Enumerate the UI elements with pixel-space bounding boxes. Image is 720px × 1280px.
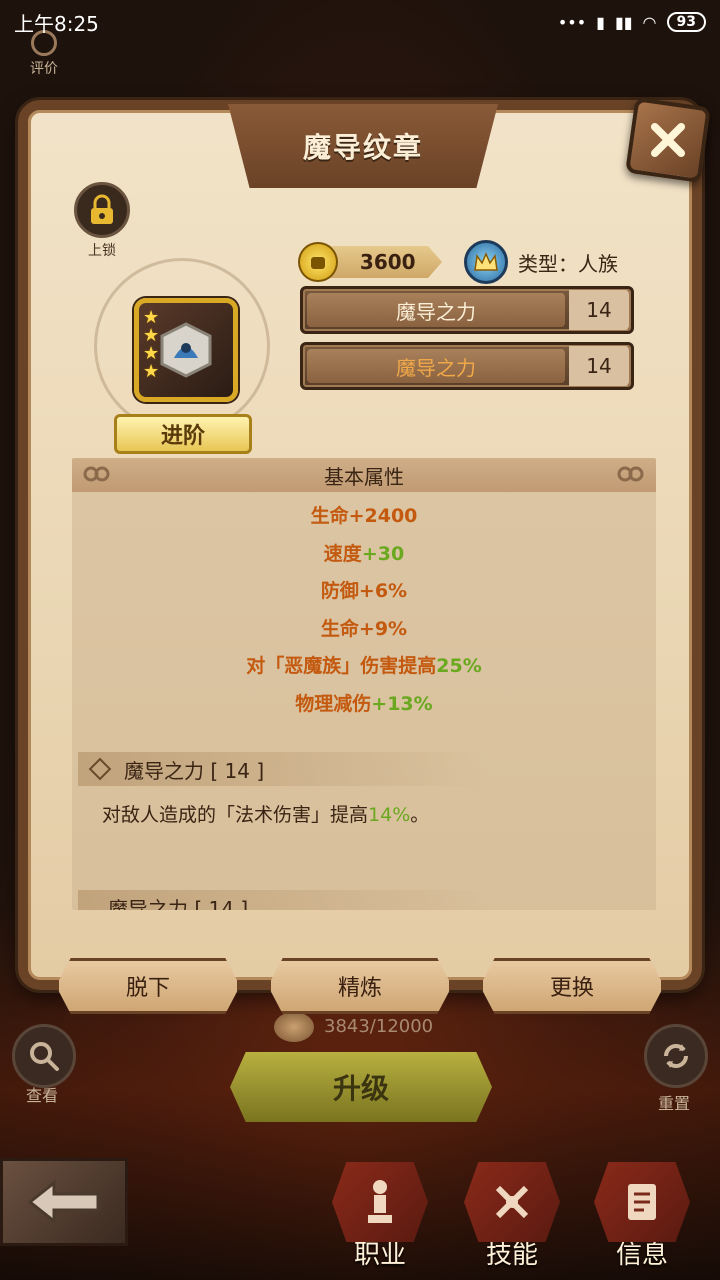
bread-icon <box>274 1012 314 1042</box>
signal-empty-icon: ▮ <box>596 12 605 32</box>
emblem-card[interactable]: ★ ★ ★ ★ <box>134 298 238 402</box>
skill-name: 魔导之力 <box>307 349 565 383</box>
attribute-list: 生命+2400 速度+30 防御+6% 生命+9% 对「恶魔族」伤害提高25% … <box>72 492 656 723</box>
ornament-icon <box>83 466 110 482</box>
exp-counter: 3843/12000 <box>324 1016 434 1037</box>
page-title: 魔导纹章 <box>302 131 423 164</box>
dots-icon: ••• <box>557 12 587 32</box>
fist-icon <box>298 242 338 282</box>
status-time: 上午8:25 <box>14 11 99 36</box>
status-bar: 上午8:25 ••• ▮ ▮▮ ◠ 93 <box>0 0 720 44</box>
refine-button[interactable]: 精炼 <box>268 958 452 1014</box>
diamond-icon <box>88 757 112 781</box>
attribute-line: 防御+6% <box>320 580 408 602</box>
basic-attributes-header: 基本属性 <box>72 458 656 492</box>
emblem-panel: 魔导纹章 上锁 ★ ★ ★ ★ 进阶 3600 类型：人族 魔导之力 14 魔导… <box>18 97 711 990</box>
ornament-icon <box>617 466 644 482</box>
basic-attributes-title: 基本属性 <box>324 464 404 489</box>
emblem-icon <box>160 322 212 378</box>
skill-detail-title: 魔导之力 [ 14 ] <box>108 896 249 911</box>
upgrade-button[interactable]: 升级 <box>230 1052 492 1122</box>
attribute-line: 物理减伤+13% <box>295 692 433 715</box>
emblem-area: ★ ★ ★ ★ 进阶 <box>74 248 294 458</box>
skill-detail-description: 对敌人造成的「法术伤害」提高14%。 <box>102 804 430 826</box>
back-arrow-icon <box>27 1179 100 1225</box>
skill-name: 魔导之力 <box>307 293 565 327</box>
crown-icon <box>464 240 508 284</box>
attribute-line: 速度+30 <box>323 542 405 565</box>
skill-detail-header: 魔导之力 [ 14 ] <box>78 890 488 910</box>
attribute-line: 生命+2400 <box>310 505 418 527</box>
back-button[interactable] <box>0 1158 128 1246</box>
attribute-line: 对「恶魔族」伤害提高25% <box>246 655 482 677</box>
document-icon <box>594 1162 690 1242</box>
wifi-icon: ◠ <box>642 12 657 32</box>
skill-detail-title: 魔导之力 [ 14 ] <box>124 758 265 783</box>
reset-label: 重置 <box>658 1094 691 1113</box>
close-icon <box>650 122 686 158</box>
nav-profession[interactable]: 职业 <box>330 1162 430 1278</box>
power-value: 3600 <box>325 246 442 278</box>
action-bar: 脱下 精炼 更换 <box>56 958 664 1014</box>
type-text: 类型：人族 <box>518 251 618 276</box>
rate-label: 评价 <box>30 61 58 77</box>
type-info: 类型：人族 <box>464 240 618 284</box>
view-label: 查看 <box>26 1086 59 1105</box>
battery-indicator: 93 <box>666 12 706 32</box>
replace-button[interactable]: 更换 <box>480 958 664 1014</box>
star-rating: ★ ★ ★ ★ <box>143 309 159 381</box>
skill-detail-header: 魔导之力 [ 14 ] <box>78 752 488 786</box>
skills-icon <box>464 1162 560 1242</box>
advance-button[interactable]: 进阶 <box>114 414 252 454</box>
nav-info[interactable]: 信息 <box>592 1162 692 1278</box>
status-icons: ••• ▮ ▮▮ ◠ 93 <box>558 12 706 32</box>
lock-icon <box>91 194 113 224</box>
nav-skills[interactable]: 技能 <box>462 1162 562 1278</box>
view-button[interactable] <box>12 1024 76 1088</box>
skill-row[interactable]: 魔导之力 14 <box>300 286 634 334</box>
chess-icon <box>332 1162 428 1242</box>
power-display: 3600 <box>298 242 442 282</box>
search-icon <box>30 1042 59 1071</box>
skill-level: 14 <box>569 290 629 330</box>
close-button[interactable] <box>625 97 711 183</box>
skill-level: 14 <box>569 346 629 386</box>
unequip-button[interactable]: 脱下 <box>56 958 240 1014</box>
star-icon: ★ <box>143 361 160 382</box>
refresh-icon <box>664 1044 688 1068</box>
reset-button[interactable] <box>644 1024 708 1088</box>
attributes-box[interactable]: 基本属性 生命+2400 速度+30 防御+6% 生命+9% 对「恶魔族」伤害提… <box>72 458 656 910</box>
skill-row[interactable]: 魔导之力 14 <box>300 342 634 390</box>
panel-header: 魔导纹章 <box>228 104 498 188</box>
lock-button[interactable] <box>74 182 130 238</box>
attribute-line: 生命+9% <box>320 617 408 640</box>
signal-icon: ▮▮ <box>614 12 633 32</box>
